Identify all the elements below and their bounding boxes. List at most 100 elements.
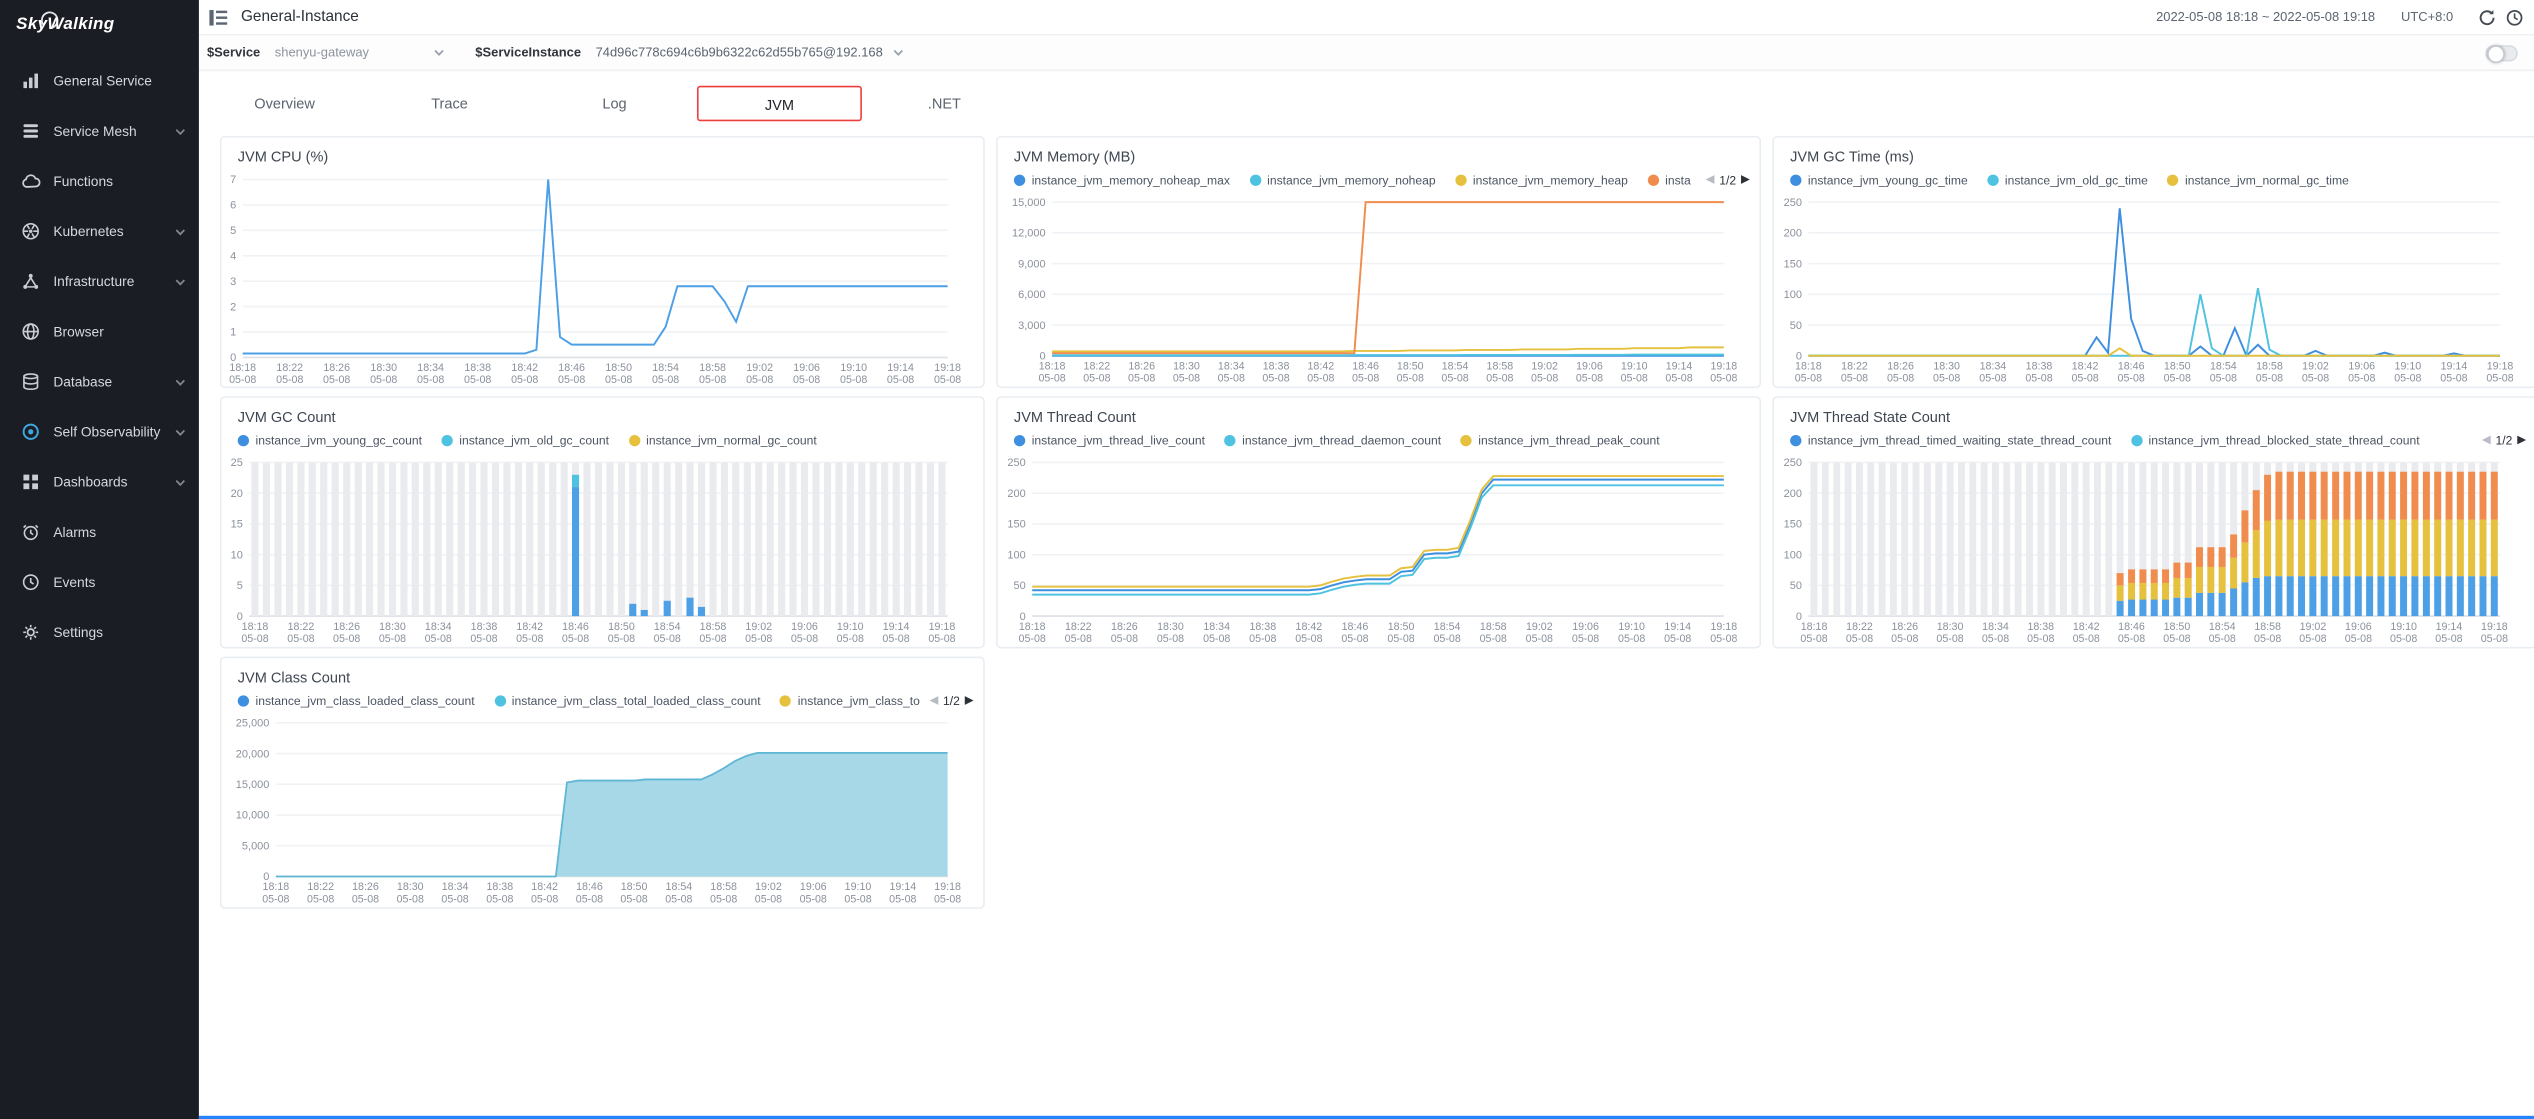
svg-text:05-08: 05-08 xyxy=(608,633,635,645)
legend-item[interactable]: instance_jvm_thread_live_count xyxy=(1014,433,1205,448)
menu-fold-icon[interactable] xyxy=(209,7,228,26)
svg-text:18:58: 18:58 xyxy=(710,881,737,893)
tab-jvm[interactable]: JVM xyxy=(697,86,862,122)
legend-item[interactable]: instance_jvm_thread_blocked_state_thread… xyxy=(2131,433,2420,448)
legend-item[interactable]: instance_jvm_young_gc_time xyxy=(1790,172,1968,187)
legend-dot-icon xyxy=(1987,174,1998,185)
time-range-picker[interactable]: 2022-05-08 18:18 ~ 2022-05-08 19:18 xyxy=(2156,10,2375,25)
legend-dot-icon xyxy=(2131,434,2142,445)
legend-item[interactable]: instance_jvm_thread_daemon_count xyxy=(1224,433,1441,448)
svg-text:18:22: 18:22 xyxy=(1841,361,1868,373)
svg-text:18:50: 18:50 xyxy=(605,362,632,374)
svg-text:05-08: 05-08 xyxy=(276,374,303,386)
legend-item[interactable]: instance_jvm_young_gc_count xyxy=(238,433,422,448)
svg-text:05-08: 05-08 xyxy=(1982,633,2009,645)
tab-trace[interactable]: Trace xyxy=(367,86,532,122)
svg-text:05-08: 05-08 xyxy=(1111,633,1138,645)
tab-overview[interactable]: Overview xyxy=(202,86,367,122)
svg-text:15: 15 xyxy=(231,519,243,531)
legend-prev-icon[interactable]: ◀ xyxy=(2482,433,2491,446)
sidebar-item-kubernetes[interactable]: Kubernetes xyxy=(0,205,199,255)
legend-item[interactable]: instance_jvm_old_gc_time xyxy=(1987,172,2148,187)
legend-dot-icon xyxy=(1790,174,1801,185)
sidebar-item-functions[interactable]: Functions xyxy=(0,155,199,205)
theme-toggle[interactable] xyxy=(2485,44,2517,60)
svg-text:5: 5 xyxy=(230,225,236,237)
svg-text:18:58: 18:58 xyxy=(700,621,727,633)
svg-text:50: 50 xyxy=(1790,320,1802,332)
svg-text:18:58: 18:58 xyxy=(1480,621,1507,633)
legend-prev-icon[interactable]: ◀ xyxy=(929,694,938,707)
skywalking-logo: SkyWalking xyxy=(0,0,199,49)
svg-text:150: 150 xyxy=(1007,519,1025,531)
dashboard-tabs: OverviewTraceLogJVM.NET xyxy=(202,84,2534,123)
service-instance-select[interactable]: 74d96c778c694c6b9b6322c62d55b765@192.168 xyxy=(589,42,912,63)
chevron-down-icon xyxy=(173,475,186,488)
refresh-icon[interactable] xyxy=(2477,7,2496,26)
svg-text:05-08: 05-08 xyxy=(745,633,772,645)
svg-text:19:10: 19:10 xyxy=(845,881,872,893)
legend-item[interactable]: instance_jvm_old_gc_count xyxy=(441,433,608,448)
legend-dot-icon xyxy=(628,434,639,445)
svg-text:18:54: 18:54 xyxy=(2209,621,2236,633)
variables-toolbar: $Service shenyu-gateway $ServiceInstance… xyxy=(199,36,2534,72)
svg-text:18:18: 18:18 xyxy=(242,621,269,633)
legend-item[interactable]: instance_jvm_class_loaded_class_count xyxy=(238,693,475,708)
svg-text:05-08: 05-08 xyxy=(746,374,773,386)
svg-text:05-08: 05-08 xyxy=(1065,633,1092,645)
legend-item[interactable]: instance_jvm_memory_heap xyxy=(1455,172,1628,187)
legend-item[interactable]: instance_jvm_class_total_loaded_class_co… xyxy=(494,693,761,708)
clock-icon[interactable] xyxy=(2505,7,2524,26)
svg-text:05-08: 05-08 xyxy=(379,633,406,645)
svg-text:05-08: 05-08 xyxy=(1891,633,1918,645)
legend-item[interactable]: instance_jvm_normal_gc_count xyxy=(628,433,816,448)
svg-text:18:18: 18:18 xyxy=(1795,361,1822,373)
svg-text:19:06: 19:06 xyxy=(791,621,818,633)
svg-text:05-08: 05-08 xyxy=(1846,633,1873,645)
legend-item[interactable]: instance_jvm_memory_noheap_max xyxy=(1014,172,1230,187)
legend-next-icon[interactable]: ▶ xyxy=(965,694,974,707)
sidebar-item-database[interactable]: Database xyxy=(0,356,199,406)
legend-next-icon[interactable]: ▶ xyxy=(1741,173,1750,186)
svg-text:9,000: 9,000 xyxy=(1018,258,1046,270)
svg-text:19:10: 19:10 xyxy=(837,621,864,633)
legend-dot-icon xyxy=(441,434,452,445)
sidebar-item-self-observability[interactable]: Self Observability xyxy=(0,406,199,456)
legend-dot-icon xyxy=(494,695,505,706)
sidebar-item-settings[interactable]: Settings xyxy=(0,606,199,656)
legend-label: instance_jvm_memory_noheap xyxy=(1267,172,1436,187)
sidebar-item-browser[interactable]: Browser xyxy=(0,306,199,356)
svg-text:19:06: 19:06 xyxy=(1576,361,1603,373)
legend-item[interactable]: instance_jvm_thread_peak_count xyxy=(1460,433,1659,448)
legend-item[interactable]: instance_jvm_class_to xyxy=(780,693,920,708)
sidebar-item-alarms[interactable]: Alarms xyxy=(0,506,199,556)
sidebar-item-service-mesh[interactable]: Service Mesh xyxy=(0,105,199,155)
svg-text:05-08: 05-08 xyxy=(531,893,558,905)
tab-net[interactable]: .NET xyxy=(862,86,1027,122)
svg-text:19:14: 19:14 xyxy=(883,621,910,633)
tab-log[interactable]: Log xyxy=(532,86,697,122)
svg-text:250: 250 xyxy=(1784,197,1802,209)
svg-text:18:22: 18:22 xyxy=(1084,361,1111,373)
svg-text:19:02: 19:02 xyxy=(1531,361,1558,373)
legend-item[interactable]: instance_jvm_normal_gc_time xyxy=(2167,172,2349,187)
legend-item[interactable]: instance_jvm_thread_timed_waiting_state_… xyxy=(1790,433,2111,448)
svg-text:18:34: 18:34 xyxy=(417,362,444,374)
legend-prev-icon[interactable]: ◀ xyxy=(1706,173,1715,186)
sidebar-item-general-service[interactable]: General Service xyxy=(0,55,199,105)
svg-text:05-08: 05-08 xyxy=(1480,633,1507,645)
chart-title: JVM GC Time (ms) xyxy=(1774,137,2534,168)
sidebar-item-dashboards[interactable]: Dashboards xyxy=(0,456,199,506)
sidebar-item-infrastructure[interactable]: Infrastructure xyxy=(0,256,199,306)
svg-text:18:34: 18:34 xyxy=(1203,621,1230,633)
chart-bar-icon xyxy=(21,70,40,89)
legend-item[interactable]: instance_jvm_memory_noheap xyxy=(1249,172,1435,187)
svg-text:05-08: 05-08 xyxy=(1387,633,1414,645)
legend-next-icon[interactable]: ▶ xyxy=(2517,433,2526,446)
svg-text:25,000: 25,000 xyxy=(236,718,270,730)
svg-text:19:18: 19:18 xyxy=(929,621,956,633)
service-select-value: shenyu-gateway xyxy=(275,45,424,60)
service-select[interactable]: shenyu-gateway xyxy=(268,42,452,63)
sidebar-item-events[interactable]: Events xyxy=(0,556,199,606)
legend-item[interactable]: insta xyxy=(1647,172,1690,187)
